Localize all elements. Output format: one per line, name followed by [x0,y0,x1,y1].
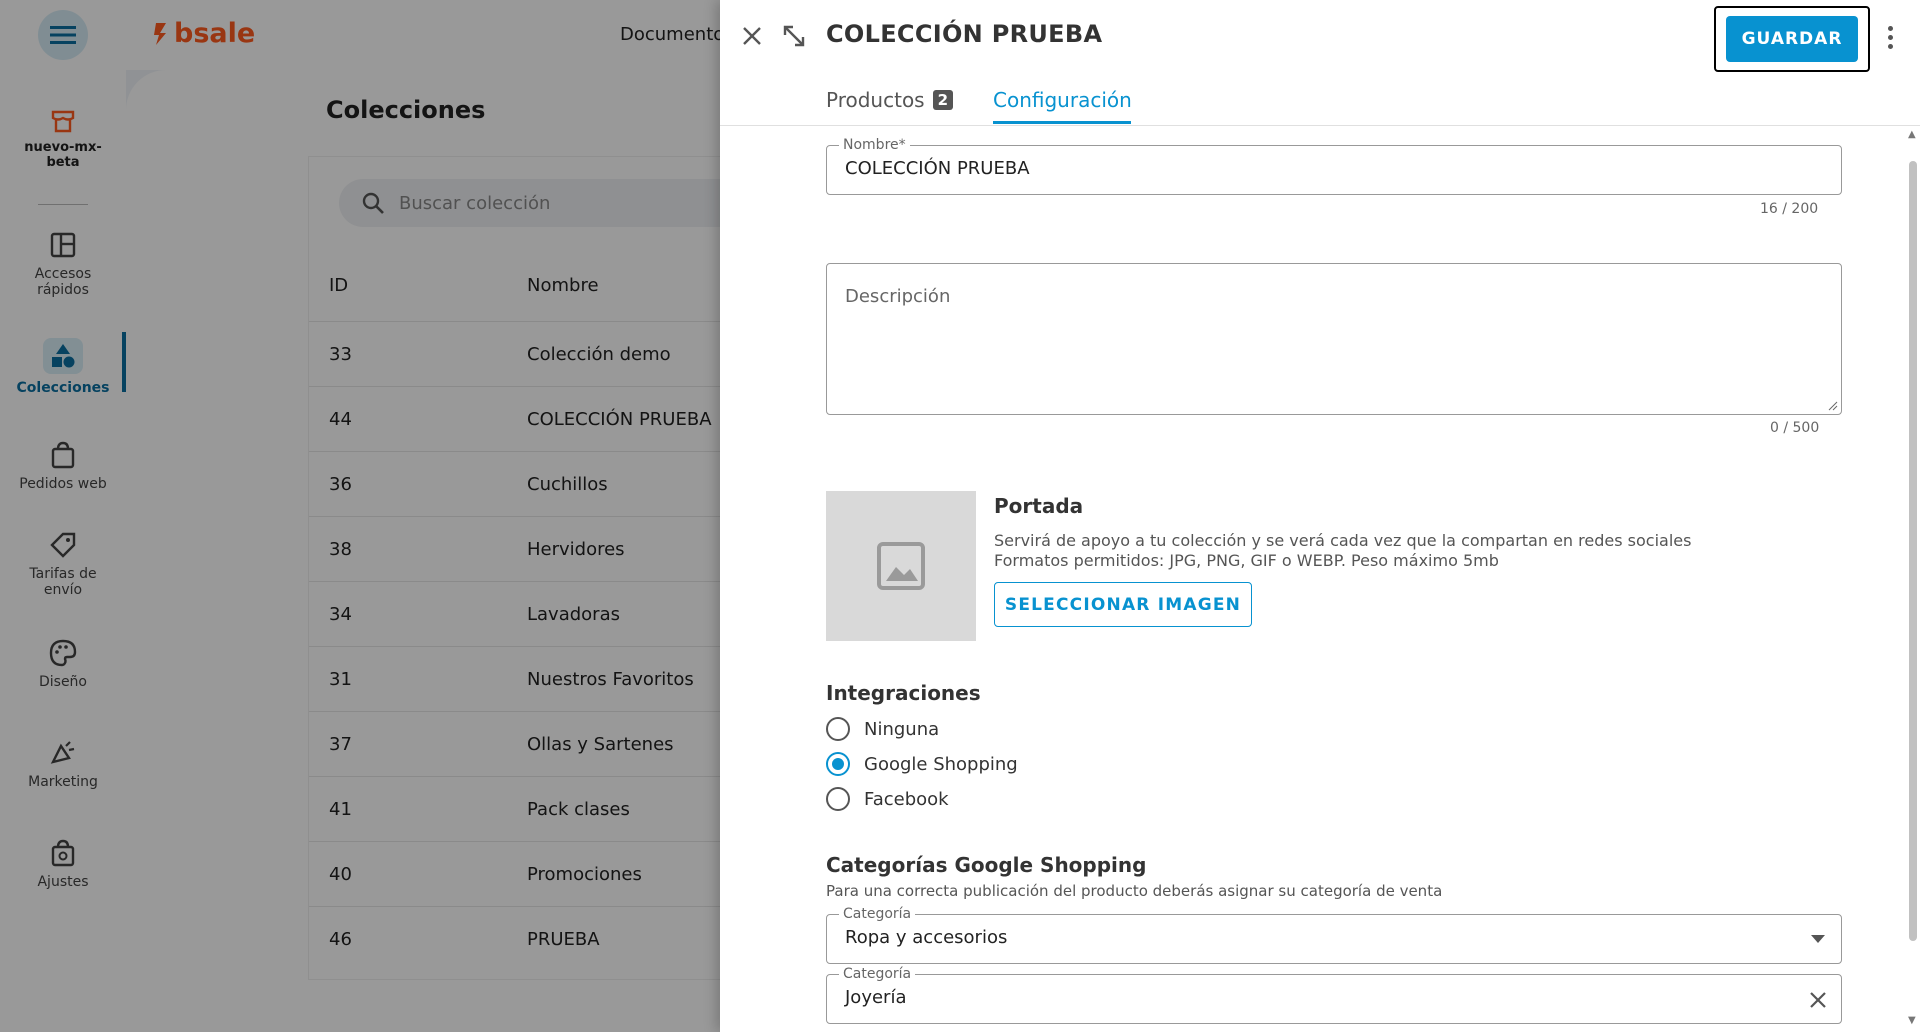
radio-ninguna[interactable]: Ninguna [826,717,939,741]
tab-configuracion[interactable]: Configuración [993,88,1132,112]
radio-facebook[interactable]: Facebook [826,787,949,811]
clear-icon[interactable] [1809,991,1827,1009]
google-categories-help: Para una correcta publicación del produc… [826,882,1443,900]
google-categories-title: Categorías Google Shopping [826,853,1147,877]
scroll-down-icon[interactable]: ▼ [1908,1015,1916,1026]
save-button[interactable]: GUARDAR [1726,16,1858,62]
cover-help-2: Formatos permitidos: JPG, PNG, GIF o WEB… [994,551,1499,570]
expand-button[interactable] [780,22,808,50]
drawer-tabs: Productos 2 Configuración [720,84,1920,126]
resize-grip-icon[interactable] [1828,401,1838,411]
radio-circle-selected [826,752,850,776]
close-button[interactable] [738,22,766,50]
dropdown-arrow-icon [1811,935,1825,943]
more-options-button[interactable] [1880,22,1900,52]
name-field-label: Nombre* [839,137,910,153]
tab-badge: 2 [932,90,954,110]
tab-label: Configuración [993,88,1132,112]
expand-icon [783,25,805,47]
radio-circle [826,717,850,741]
name-counter: 16 / 200 [1760,201,1819,217]
kebab-icon [1887,25,1893,31]
cover-image-placeholder[interactable] [826,491,976,641]
category-label: Categoría [839,966,916,982]
drawer-title: COLECCIÓN PRUEBA [826,20,1103,48]
category-label: Categoría [839,906,916,922]
cover-help-1: Servirá de apoyo a tu colección y se ver… [994,531,1692,550]
radio-circle [826,787,850,811]
radio-google-shopping[interactable]: Google Shopping [826,752,1018,776]
category-select-2[interactable]: Categoría Joyería [826,966,1842,1024]
scrollbar-thumb[interactable] [1909,161,1917,941]
category-value: Ropa y accesorios [845,927,1008,948]
cover-title: Portada [994,494,1084,518]
collection-drawer: COLECCIÓN PRUEBA GUARDAR Productos 2 Con… [720,0,1920,1032]
tab-label: Productos [826,88,925,112]
image-icon [877,542,925,590]
description-counter: 0 / 500 [1770,420,1820,436]
name-field[interactable]: Nombre* COLECCIÓN PRUEBA [826,137,1842,195]
integrations-title: Integraciones [826,681,981,705]
modal-overlay[interactable] [0,0,720,1032]
save-button-focus-ring: GUARDAR [1714,6,1870,72]
category-select-1[interactable]: Categoría Ropa y accesorios [826,906,1842,964]
close-icon [743,27,761,45]
description-placeholder: Descripción [845,286,951,307]
active-tab-indicator [993,121,1131,124]
description-field[interactable]: Descripción [826,263,1842,415]
category-value: Joyería [845,987,907,1008]
scroll-up-icon[interactable]: ▲ [1908,129,1916,140]
select-image-button[interactable]: SELECCIONAR IMAGEN [994,582,1252,627]
drawer-content: Nombre* COLECCIÓN PRUEBA 16 / 200 Descri… [720,127,1900,1032]
radio-label: Google Shopping [864,753,1018,775]
scrollbar[interactable]: ▲ ▼ [1906,127,1920,1032]
radio-label: Facebook [864,788,949,810]
radio-label: Ninguna [864,718,940,740]
name-field-value: COLECCIÓN PRUEBA [845,158,1030,179]
tab-productos[interactable]: Productos 2 [826,88,954,112]
